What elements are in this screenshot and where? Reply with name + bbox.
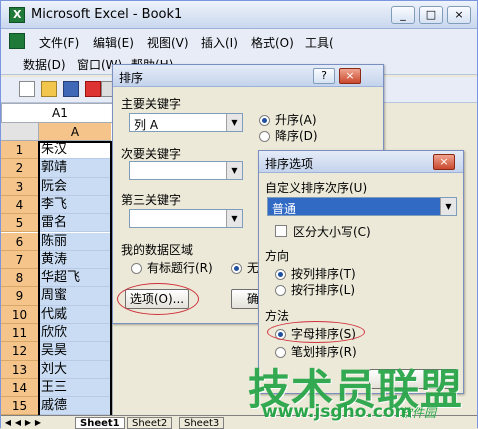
tertiary-key-label: 第三关键字 — [121, 193, 182, 207]
menu-insert[interactable]: 插入(I) — [201, 34, 238, 51]
menu-data[interactable]: 数据(D) — [23, 56, 66, 73]
permission-icon[interactable] — [85, 81, 101, 97]
no-header-radio[interactable] — [231, 263, 242, 274]
row-header[interactable]: 5 — [1, 214, 39, 233]
by-row-label[interactable]: 按行排序(L) — [291, 281, 355, 298]
custom-order-select[interactable]: 普通 ▼ — [267, 197, 457, 216]
sort-options-close-button[interactable]: × — [433, 154, 455, 170]
excel-app-icon — [9, 7, 25, 23]
name-box-value: A1 — [52, 106, 68, 120]
primary-key-select[interactable]: 列 A ▼ — [129, 113, 243, 132]
name-box[interactable]: A1 — [1, 103, 113, 123]
case-sensitive-checkbox[interactable] — [275, 225, 287, 237]
chevron-down-icon[interactable]: ▼ — [226, 162, 242, 179]
row-header[interactable]: 11 — [1, 324, 39, 343]
next-sheet-icon[interactable]: ▶ — [23, 417, 33, 429]
excel-title-bar: Microsoft Excel - Book1 _ □ × — [1, 1, 477, 29]
menu-file[interactable]: 文件(F) — [39, 34, 79, 51]
menu-format[interactable]: 格式(O) — [251, 34, 294, 51]
row-header[interactable]: 13 — [1, 360, 39, 379]
new-document-icon[interactable] — [19, 81, 35, 97]
sheet-tab-1[interactable]: Sheet1 — [75, 417, 125, 429]
primary-key-value: 列 A — [134, 118, 159, 132]
row-header[interactable]: 12 — [1, 342, 39, 361]
by-column-radio[interactable] — [275, 269, 286, 280]
descending-label[interactable]: 降序(D) — [275, 127, 318, 144]
primary-key-label: 主要关键字 — [121, 97, 182, 111]
data-region-label: 我的数据区域 — [121, 243, 194, 257]
tertiary-key-select[interactable]: ▼ — [129, 209, 243, 228]
direction-label: 方向 — [265, 249, 290, 263]
sheet-tab-3[interactable]: Sheet3 — [179, 417, 225, 429]
descending-radio[interactable] — [259, 131, 270, 142]
close-button[interactable]: × — [447, 6, 471, 24]
watermark-tag: 软件园 — [400, 406, 437, 420]
secondary-key-label: 次要关键字 — [121, 147, 182, 161]
menu-edit[interactable]: 编辑(E) — [93, 34, 134, 51]
has-header-radio[interactable] — [131, 263, 142, 274]
watermark-url: www.jsgho.com — [262, 402, 413, 422]
row-header[interactable]: 14 — [1, 378, 39, 398]
has-header-label[interactable]: 有标题行(R) — [147, 259, 213, 276]
ascending-label[interactable]: 升序(A) — [275, 111, 317, 128]
sort-dialog-title: 排序 — [119, 71, 144, 85]
minimize-button[interactable]: _ — [391, 6, 415, 24]
last-sheet-icon[interactable]: ▶ — [33, 417, 43, 429]
method-label: 方法 — [265, 309, 290, 323]
ascending-radio[interactable] — [259, 115, 270, 126]
prev-sheet-icon[interactable]: ◀ — [13, 417, 23, 429]
worksheet-grid: A 1 朱汉 2 郭靖 3 阮会 4 李飞 5 雷名 6 陈丽 7 黄涛 8 华超飞 9 周蜜 10 代威 11 欣欣 12… — [1, 123, 113, 417]
chevron-down-icon[interactable]: ▼ — [226, 210, 242, 227]
secondary-key-select[interactable]: ▼ — [129, 161, 243, 180]
first-sheet-icon[interactable]: ◀ — [3, 417, 13, 429]
sheet-tab-2[interactable]: Sheet2 — [127, 417, 173, 429]
sort-options-title: 排序选项 — [265, 157, 314, 171]
select-all-corner[interactable] — [1, 123, 39, 141]
custom-order-label: 自定义排序次序(U) — [265, 181, 368, 195]
excel-doc-icon[interactable] — [9, 33, 25, 49]
save-icon[interactable] — [63, 81, 79, 97]
selection-border — [38, 141, 112, 417]
chevron-down-icon[interactable]: ▼ — [226, 114, 242, 131]
by-column-label[interactable]: 按列排序(T) — [291, 265, 356, 282]
sort-options-title-bar: 排序选项 × — [259, 151, 463, 173]
help-button[interactable]: ? — [313, 68, 335, 84]
by-row-radio[interactable] — [275, 285, 286, 296]
chevron-down-icon[interactable]: ▼ — [440, 198, 456, 215]
row-header[interactable]: 8 — [1, 269, 39, 288]
menu-view[interactable]: 视图(V) — [147, 34, 189, 51]
menu-tools[interactable]: 工具( — [305, 34, 334, 51]
row-header[interactable]: 7 — [1, 250, 39, 270]
row-header[interactable]: 15 — [1, 397, 39, 416]
row-header[interactable]: 10 — [1, 305, 39, 324]
sort-dialog-close-button[interactable]: × — [339, 68, 361, 84]
row-header[interactable]: 6 — [1, 232, 39, 251]
column-header-a[interactable]: A — [39, 123, 111, 141]
case-sensitive-label[interactable]: 区分大小写(C) — [293, 223, 371, 240]
highlight-oval — [267, 321, 365, 343]
row-header[interactable]: 9 — [1, 287, 39, 306]
row-header[interactable]: 2 — [1, 159, 39, 178]
window-title: Microsoft Excel - Book1 — [31, 7, 183, 22]
highlight-oval — [117, 283, 199, 315]
row-header[interactable]: 1 — [1, 141, 39, 160]
custom-order-value: 普通 — [272, 202, 297, 216]
row-header[interactable]: 4 — [1, 195, 39, 215]
maximize-button[interactable]: □ — [419, 6, 443, 24]
open-folder-icon[interactable] — [41, 81, 57, 97]
sort-dialog-title-bar: 排序 ? × — [113, 65, 383, 87]
row-header[interactable]: 3 — [1, 177, 39, 196]
